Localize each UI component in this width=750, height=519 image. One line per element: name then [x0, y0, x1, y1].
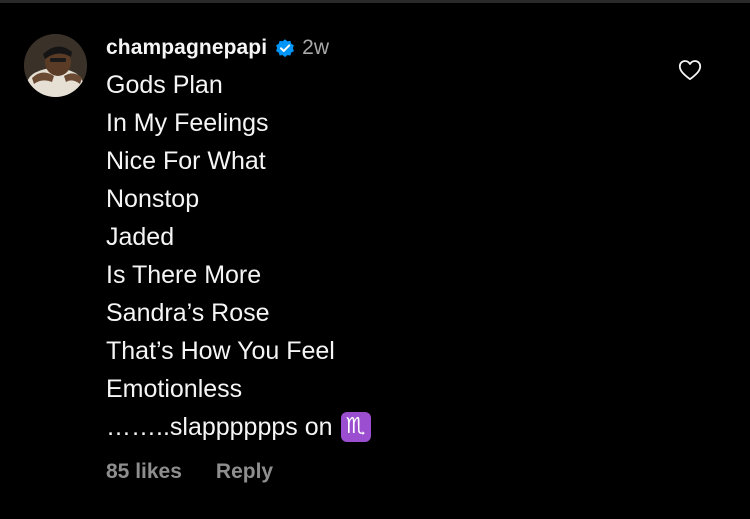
comment-actions: 85 likes Reply — [106, 460, 666, 484]
timestamp: 2w — [302, 36, 330, 59]
comment-line: Nice For What — [106, 147, 266, 175]
comment-text: Gods Plan In My Feelings Nice For What N… — [106, 66, 666, 446]
top-divider — [0, 0, 750, 3]
heart-outline-icon[interactable] — [678, 59, 702, 81]
comment-body: champagnepapi 2w Gods Plan In My Feeling… — [106, 31, 666, 484]
comment-line: Sandra’s Rose — [106, 299, 270, 327]
comment-line: Is There More — [106, 261, 262, 289]
avatar[interactable] — [24, 34, 87, 97]
avatar-image — [24, 34, 87, 97]
comment-line: In My Feelings — [106, 109, 269, 137]
likes-count[interactable]: 85 likes — [106, 460, 182, 484]
reply-button[interactable]: Reply — [216, 460, 273, 484]
comment-line: Nonstop — [106, 185, 200, 213]
comment-last-line: ……..slapppppps on ♏ — [106, 408, 666, 446]
comment-line: Jaded — [106, 223, 175, 251]
comment-line: That’s How You Feel — [106, 337, 335, 365]
comment-header: champagnepapi 2w — [106, 31, 666, 65]
comment-line: Emotionless — [106, 375, 243, 403]
verified-badge-icon — [276, 39, 295, 58]
scorpio-emoji-icon: ♏ — [340, 412, 371, 442]
username[interactable]: champagnepapi — [106, 36, 267, 60]
comment-line-text: ……..slapppppps on — [106, 413, 333, 441]
comment-line: Gods Plan — [106, 71, 223, 99]
